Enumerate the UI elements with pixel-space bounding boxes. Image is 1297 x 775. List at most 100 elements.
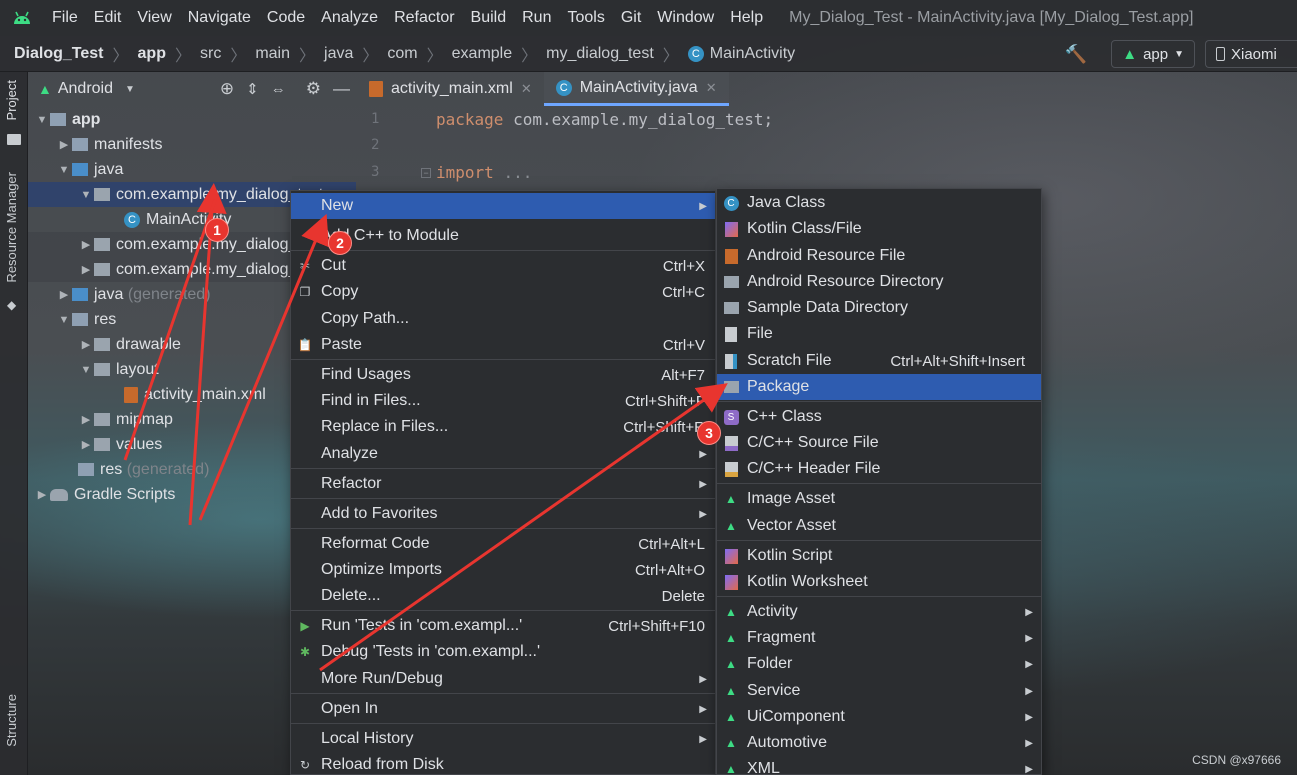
menu-code[interactable]: Code: [259, 0, 313, 36]
menu-item-more-run-debug[interactable]: More Run/Debug ▶: [291, 666, 715, 692]
menu-git[interactable]: Git: [613, 0, 649, 36]
menu-item-add-cpp[interactable]: Add C++ to Module: [291, 223, 715, 249]
submenu-item-android-resource-file[interactable]: Android Resource File: [717, 243, 1041, 269]
menu-item-cut[interactable]: ✂ Cut Ctrl+X: [291, 253, 715, 279]
menu-help[interactable]: Help: [722, 0, 771, 36]
menu-navigate[interactable]: Navigate: [180, 0, 259, 36]
menu-window[interactable]: Window: [649, 0, 722, 36]
tab-mainactivity-java[interactable]: C MainActivity.java ✕: [543, 72, 729, 106]
submenu-item-kotlin-class[interactable]: Kotlin Class/File: [717, 216, 1041, 242]
submenu-item-kotlin-worksheet[interactable]: Kotlin Worksheet: [717, 569, 1041, 595]
breadcrumb-module[interactable]: app: [138, 45, 166, 63]
submenu-item-activity[interactable]: ▲ Activity ▶: [717, 599, 1041, 625]
menu-item-find-usages[interactable]: Find Usages Alt+F7: [291, 362, 715, 388]
breadcrumb-package[interactable]: my_dialog_test: [546, 45, 654, 63]
menu-item-optimize-imports[interactable]: Optimize Imports Ctrl+Alt+O: [291, 557, 715, 583]
run-configuration-dropdown[interactable]: ▲ app ▼: [1111, 40, 1195, 68]
menu-item-run-tests[interactable]: ▶ Run 'Tests in 'com.exampl...' Ctrl+Shi…: [291, 613, 715, 639]
menu-item-new[interactable]: New ▶: [291, 193, 715, 219]
chevron-down-icon[interactable]: ▼: [56, 164, 72, 176]
build-hammer-icon[interactable]: 🔨: [1065, 44, 1087, 65]
chevron-down-icon[interactable]: ▼: [78, 189, 94, 201]
menu-item-reformat-code[interactable]: Reformat Code Ctrl+Alt+L: [291, 531, 715, 557]
minimize-icon[interactable]: —: [333, 79, 350, 99]
code-line-3[interactable]: import ...: [436, 163, 532, 182]
menu-build[interactable]: Build: [463, 0, 515, 36]
menu-item-local-history[interactable]: Local History ▶: [291, 726, 715, 752]
chevron-right-icon[interactable]: ▶: [78, 413, 94, 426]
menu-item-refactor[interactable]: Refactor ▶: [291, 471, 715, 497]
chevron-right-icon[interactable]: ▶: [78, 238, 94, 251]
tree-item-app[interactable]: ▼ app: [28, 107, 356, 132]
submenu-item-xml[interactable]: ▲ XML ▶: [717, 756, 1041, 775]
project-view-selector[interactable]: ▲ Android ▼: [38, 80, 135, 98]
breadcrumb-src[interactable]: src: [200, 45, 221, 63]
submenu-item-image-asset[interactable]: ▲ Image Asset: [717, 486, 1041, 512]
tab-activity-main-xml[interactable]: activity_main.xml ✕: [357, 72, 544, 106]
menu-item-delete[interactable]: Delete... Delete: [291, 583, 715, 609]
device-dropdown[interactable]: Xiaomi: [1205, 40, 1297, 68]
chevron-right-icon[interactable]: ▶: [56, 288, 72, 301]
code-line-1[interactable]: package com.example.my_dialog_test;: [436, 110, 773, 129]
submenu-item-uicomponent[interactable]: ▲ UiComponent ▶: [717, 704, 1041, 730]
menu-run[interactable]: Run: [514, 0, 559, 36]
menu-file[interactable]: File: [44, 0, 86, 36]
submenu-item-vector-asset[interactable]: ▲ Vector Asset: [717, 513, 1041, 539]
submenu-item-kotlin-script[interactable]: Kotlin Script: [717, 543, 1041, 569]
tab-structure[interactable]: Structure: [4, 694, 19, 747]
close-icon[interactable]: ✕: [706, 80, 717, 96]
tab-resource-manager[interactable]: Resource Manager: [4, 172, 19, 283]
breadcrumb-example[interactable]: example: [452, 45, 512, 63]
menu-item-open-in[interactable]: Open In ▶: [291, 696, 715, 722]
breadcrumb-main[interactable]: main: [255, 45, 290, 63]
gear-icon[interactable]: ⚙: [306, 79, 321, 99]
close-icon[interactable]: ✕: [521, 81, 532, 97]
menu-item-find-in-files[interactable]: Find in Files... Ctrl+Shift+F: [291, 388, 715, 414]
tab-project[interactable]: Project: [4, 80, 19, 120]
chevron-down-icon[interactable]: ▼: [34, 114, 50, 126]
menu-item-replace-in-files[interactable]: Replace in Files... Ctrl+Shift+R: [291, 414, 715, 440]
menu-item-debug-tests[interactable]: ✱ Debug 'Tests in 'com.exampl...': [291, 639, 715, 665]
menu-item-copy-path[interactable]: Copy Path...: [291, 306, 715, 332]
chevron-down-icon[interactable]: ▼: [78, 364, 94, 376]
tree-item-java[interactable]: ▼ java: [28, 157, 356, 182]
submenu-item-scratch-file[interactable]: Scratch File Ctrl+Alt+Shift+Insert: [717, 348, 1041, 374]
tree-item-manifests[interactable]: ▶ manifests: [28, 132, 356, 157]
chevron-right-icon[interactable]: ▶: [56, 138, 72, 151]
submenu-item-folder[interactable]: ▲ Folder ▶: [717, 651, 1041, 677]
menu-item-add-to-favorites[interactable]: Add to Favorites ▶: [291, 501, 715, 527]
breadcrumb-java[interactable]: java: [324, 45, 353, 63]
menu-item-analyze[interactable]: Analyze ▶: [291, 441, 715, 467]
expand-all-icon[interactable]: ⇕: [246, 80, 259, 98]
menu-edit[interactable]: Edit: [86, 0, 130, 36]
submenu-item-cpp-source-file[interactable]: C/C++ Source File: [717, 430, 1041, 456]
submenu-item-cpp-class[interactable]: S C++ Class: [717, 404, 1041, 430]
menu-item-copy[interactable]: ❐ Copy Ctrl+C: [291, 279, 715, 305]
collapse-all-icon[interactable]: ⇔: [271, 81, 286, 98]
chevron-right-icon[interactable]: ▶: [34, 488, 50, 501]
chevron-right-icon[interactable]: ▶: [78, 438, 94, 451]
submenu-item-android-resource-directory[interactable]: Android Resource Directory: [717, 269, 1041, 295]
fold-marker-icon[interactable]: −: [421, 168, 431, 178]
breadcrumb-project[interactable]: Dialog_Test: [14, 45, 104, 63]
menu-item-reload-from-disk[interactable]: ↻ Reload from Disk: [291, 752, 715, 775]
submenu-item-service[interactable]: ▲ Service ▶: [717, 678, 1041, 704]
chevron-down-icon[interactable]: ▼: [56, 314, 72, 326]
chevron-right-icon[interactable]: ▶: [78, 338, 94, 351]
menu-view[interactable]: View: [129, 0, 179, 36]
menu-item-paste[interactable]: 📋 Paste Ctrl+V: [291, 332, 715, 358]
breadcrumb-com[interactable]: com: [387, 45, 417, 63]
chevron-right-icon[interactable]: ▶: [78, 263, 94, 276]
locate-target-icon[interactable]: ⊕: [220, 79, 234, 99]
submenu-item-sample-data-directory[interactable]: Sample Data Directory: [717, 295, 1041, 321]
menu-analyze[interactable]: Analyze: [313, 0, 386, 36]
menu-tools[interactable]: Tools: [559, 0, 612, 36]
submenu-item-file[interactable]: File: [717, 321, 1041, 347]
breadcrumb-class[interactable]: C MainActivity: [687, 45, 795, 63]
menu-refactor[interactable]: Refactor: [386, 0, 462, 36]
submenu-item-automotive[interactable]: ▲ Automotive ▶: [717, 730, 1041, 756]
submenu-item-cpp-header-file[interactable]: C/C++ Header File: [717, 456, 1041, 482]
submenu-item-package[interactable]: Package: [717, 374, 1041, 400]
submenu-item-fragment[interactable]: ▲ Fragment ▶: [717, 625, 1041, 651]
submenu-item-java-class[interactable]: C Java Class: [717, 190, 1041, 216]
